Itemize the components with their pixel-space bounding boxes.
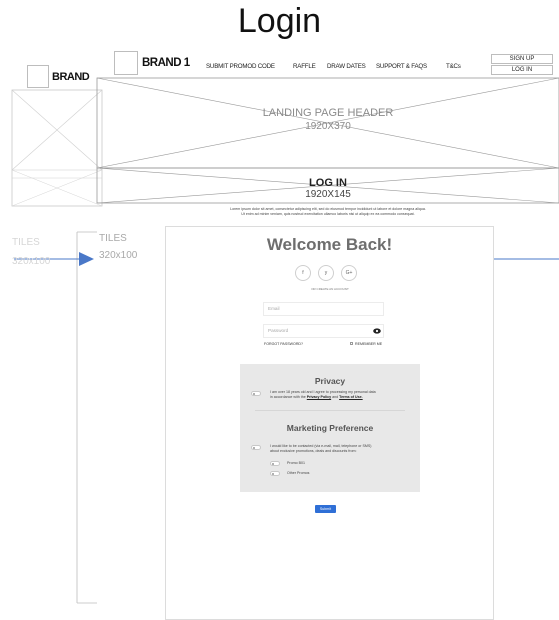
nav-submit-promo-code[interactable]: SUBMIT PROMOD CODE xyxy=(206,63,275,70)
privacy-text-2: in accordance with the Privacy Policy an… xyxy=(270,395,363,400)
show-password-eye-icon[interactable] xyxy=(373,328,381,334)
welcome-heading: Welcome Back! xyxy=(266,235,393,254)
remember-me-label: REMEMBER ME xyxy=(355,342,383,346)
privacy-heading: Privacy xyxy=(314,376,346,386)
privacy-toggle[interactable] xyxy=(251,391,261,396)
google-plus-icon[interactable]: G+ xyxy=(341,265,357,281)
log-in-button[interactable]: LOG IN xyxy=(491,65,553,75)
privacy-policy-link[interactable]: Privacy Policy xyxy=(307,395,331,399)
brand-side-logo xyxy=(27,65,49,88)
nav-terms[interactable]: T&Cs xyxy=(446,63,461,70)
tiles-left-size: 320x100 xyxy=(12,256,51,267)
sign-up-button[interactable]: SIGN UP xyxy=(491,54,553,64)
login-banner-label: LOG IN xyxy=(309,177,347,189)
terms-of-use-link[interactable]: Terms of Use. xyxy=(339,395,363,399)
twitter-icon[interactable]: y xyxy=(318,265,334,281)
promo-b01-toggle[interactable] xyxy=(270,461,280,466)
login-banner-size: 1920X145 xyxy=(305,189,351,200)
tiles-left-label: TILES xyxy=(12,237,40,248)
other-promos-label: Other Promos xyxy=(287,471,310,475)
nav-support-faqs[interactable]: SUPPORT & FAQS xyxy=(376,63,427,70)
tiles-right-label: TILES xyxy=(99,233,127,244)
marketing-heading: Marketing Preference xyxy=(286,423,374,433)
brand-side-text: BRAND xyxy=(52,71,90,83)
landing-header-size: 1920X370 xyxy=(305,121,351,132)
brand-main-logo xyxy=(114,51,138,75)
remember-me-checkbox[interactable] xyxy=(350,342,353,345)
password-field[interactable]: Password xyxy=(263,324,384,338)
intro-line-2: Ut enim ad minim veniam, quis nostrud ex… xyxy=(241,212,415,216)
marketing-text-2: about exclusive promotions, deals and di… xyxy=(270,449,357,453)
nav-draw-dates[interactable]: DRAW DATES xyxy=(327,63,366,70)
brand-main-text: BRAND 1 xyxy=(142,57,190,69)
email-field[interactable]: Email xyxy=(263,302,384,316)
preferences-divider xyxy=(255,410,405,411)
submit-button[interactable]: Submit xyxy=(315,505,336,513)
privacy-text-and: and xyxy=(332,395,339,399)
forgot-password-link[interactable]: FORGOT PASSWORD? xyxy=(264,342,303,346)
privacy-text-2-pre: in accordance with the xyxy=(270,395,306,399)
nav-raffle[interactable]: RAFFLE xyxy=(293,63,316,70)
other-promos-toggle[interactable] xyxy=(270,471,280,476)
landing-header-label: LANDING PAGE HEADER xyxy=(262,107,394,119)
facebook-icon[interactable]: f xyxy=(295,265,311,281)
social-caption: OR CREATE AN ACCOUNT xyxy=(311,287,349,291)
marketing-toggle[interactable] xyxy=(251,445,261,450)
promo-b01-label: Promo B01 xyxy=(287,461,305,465)
tiles-right-size: 320x100 xyxy=(99,250,138,261)
